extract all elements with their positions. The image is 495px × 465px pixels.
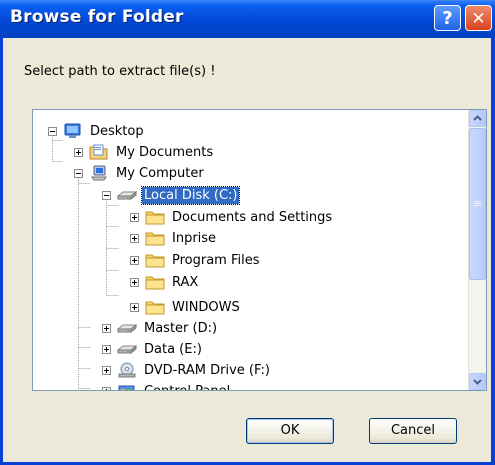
my-documents-icon <box>89 144 109 160</box>
control-panel-icon <box>117 383 137 390</box>
desktop-icon <box>63 123 83 139</box>
tree-item-label: Documents and Settings <box>172 209 333 225</box>
folder-icon <box>145 274 165 290</box>
tree-item[interactable]: Inprise <box>130 228 218 248</box>
tree-item[interactable]: Data (E:) <box>102 339 204 359</box>
tree-item[interactable]: DVD-RAM Drive (F:) <box>102 360 272 380</box>
hard-drive-icon <box>116 320 138 336</box>
tree-item[interactable]: Documents and Settings <box>130 207 334 227</box>
tree-item[interactable]: My Documents <box>74 142 215 162</box>
folder-tree[interactable]: Desktop My Documents My Computer Local Disk… <box>32 109 487 391</box>
scroll-up-button[interactable] <box>469 110 486 127</box>
tree-item[interactable]: Control Panel <box>102 381 232 391</box>
dvd-drive-icon <box>117 362 137 378</box>
chevron-down-icon <box>473 379 482 385</box>
tree-item-label: My Computer <box>116 165 204 181</box>
scroll-down-button[interactable] <box>469 373 486 390</box>
help-button[interactable]: ? <box>434 5 461 31</box>
close-button[interactable]: ✕ <box>465 5 492 31</box>
expand-icon[interactable] <box>74 147 83 157</box>
my-computer-icon <box>89 165 109 181</box>
folder-icon <box>145 252 165 268</box>
tree-item[interactable]: WINDOWS <box>130 297 242 317</box>
tree-item[interactable]: Desktop <box>48 121 146 141</box>
collapse-icon[interactable] <box>48 126 57 136</box>
prompt-text: Select path to extract file(s) ! <box>24 64 216 79</box>
expand-icon[interactable] <box>130 233 139 243</box>
tree-item-label: RAX <box>172 274 199 290</box>
folder-icon <box>145 299 165 315</box>
collapse-icon[interactable] <box>102 190 111 200</box>
folder-icon <box>145 230 165 246</box>
tree-item[interactable]: RAX <box>130 272 200 292</box>
window-title: Browse for Folder <box>10 7 184 27</box>
chevron-up-icon <box>473 115 482 121</box>
ok-button[interactable]: OK <box>246 418 334 444</box>
title-bar[interactable]: Browse for Folder ? ✕ <box>0 0 495 38</box>
expand-icon[interactable] <box>102 344 111 354</box>
scroll-thumb[interactable] <box>469 128 486 280</box>
tree-scrollbar[interactable] <box>468 110 486 390</box>
tree-item-label: Desktop <box>90 123 144 139</box>
expand-icon[interactable] <box>130 255 139 265</box>
dialog-body: Select path to extract file(s) ! Desktop… <box>3 38 491 462</box>
tree-item-label: Data (E:) <box>144 341 202 357</box>
collapse-icon[interactable] <box>74 168 83 178</box>
expand-icon[interactable] <box>102 323 111 333</box>
tree-item-label: Inprise <box>172 230 217 246</box>
tree-item[interactable]: Local Disk (C:) <box>102 185 241 205</box>
tree-item-label: Local Disk (C:) <box>140 185 241 205</box>
tree-item-label: My Documents <box>116 144 214 160</box>
cancel-button[interactable]: Cancel <box>369 418 457 444</box>
tree-item[interactable]: My Computer <box>74 163 206 183</box>
hard-drive-icon <box>116 341 138 357</box>
hard-drive-icon <box>116 187 138 203</box>
tree-item-label: Control Panel <box>144 383 231 391</box>
expand-icon[interactable] <box>130 277 139 287</box>
browse-for-folder-dialog: Browse for Folder ? ✕ Select path to ext… <box>0 0 495 465</box>
tree-item-label: Master (D:) <box>144 320 218 336</box>
tree-item-label: Program Files <box>172 252 260 268</box>
tree-item[interactable]: Master (D:) <box>102 318 219 338</box>
expand-icon[interactable] <box>130 302 139 312</box>
expand-icon[interactable] <box>130 212 139 222</box>
folder-icon <box>145 209 165 225</box>
tree-item-label: DVD-RAM Drive (F:) <box>144 362 270 378</box>
expand-icon[interactable] <box>102 386 111 390</box>
expand-icon[interactable] <box>102 365 111 375</box>
tree-item-label: WINDOWS <box>172 299 240 315</box>
tree-item[interactable]: Program Files <box>130 250 262 270</box>
